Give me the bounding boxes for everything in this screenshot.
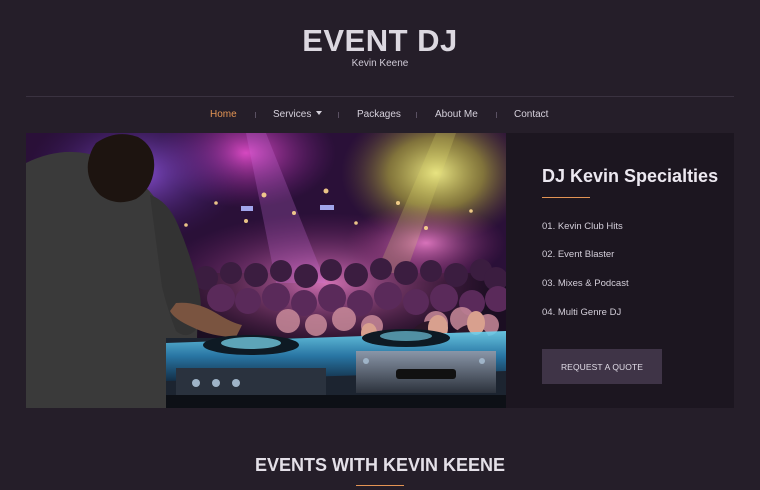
site-header: EVENT DJ Kevin Keene xyxy=(0,0,760,96)
dj-crowd-illustration xyxy=(26,133,506,408)
specialty-item: 03. Mixes & Podcast xyxy=(542,278,629,289)
nav-item-contact[interactable]: Contact xyxy=(514,108,548,122)
nav-separator xyxy=(338,112,339,118)
main-nav: Home Services Packages About Me Contact xyxy=(0,104,760,126)
specialty-item: 04. Multi Genre DJ xyxy=(542,307,622,318)
nav-separator xyxy=(255,112,256,118)
header-divider xyxy=(26,96,734,97)
nav-item-services[interactable]: Services xyxy=(273,108,323,122)
specialty-item: 02. Event Blaster xyxy=(542,249,615,260)
specialties-panel: DJ Kevin Specialties 01. Kevin Club Hits… xyxy=(506,133,734,408)
site-title[interactable]: EVENT DJ xyxy=(0,24,760,58)
hero-dj-photo xyxy=(26,133,506,408)
nav-separator xyxy=(496,112,497,118)
events-title-accent-line xyxy=(356,485,404,486)
nav-item-home[interactable]: Home xyxy=(210,108,237,122)
request-quote-button[interactable]: REQUEST A QUOTE xyxy=(542,349,662,384)
specialty-item: 01. Kevin Club Hits xyxy=(542,221,623,232)
nav-item-services-label: Services xyxy=(273,109,312,120)
nav-separator xyxy=(416,112,417,118)
site-tagline: Kevin Keene xyxy=(351,58,409,69)
nav-item-packages[interactable]: Packages xyxy=(357,108,401,122)
chevron-down-icon xyxy=(316,111,323,115)
panel-title: DJ Kevin Specialties xyxy=(542,166,719,186)
title-accent-line xyxy=(542,197,590,198)
events-section-title: EVENTS WITH KEVIN KEENE xyxy=(254,455,506,475)
nav-item-about-me[interactable]: About Me xyxy=(435,108,478,122)
